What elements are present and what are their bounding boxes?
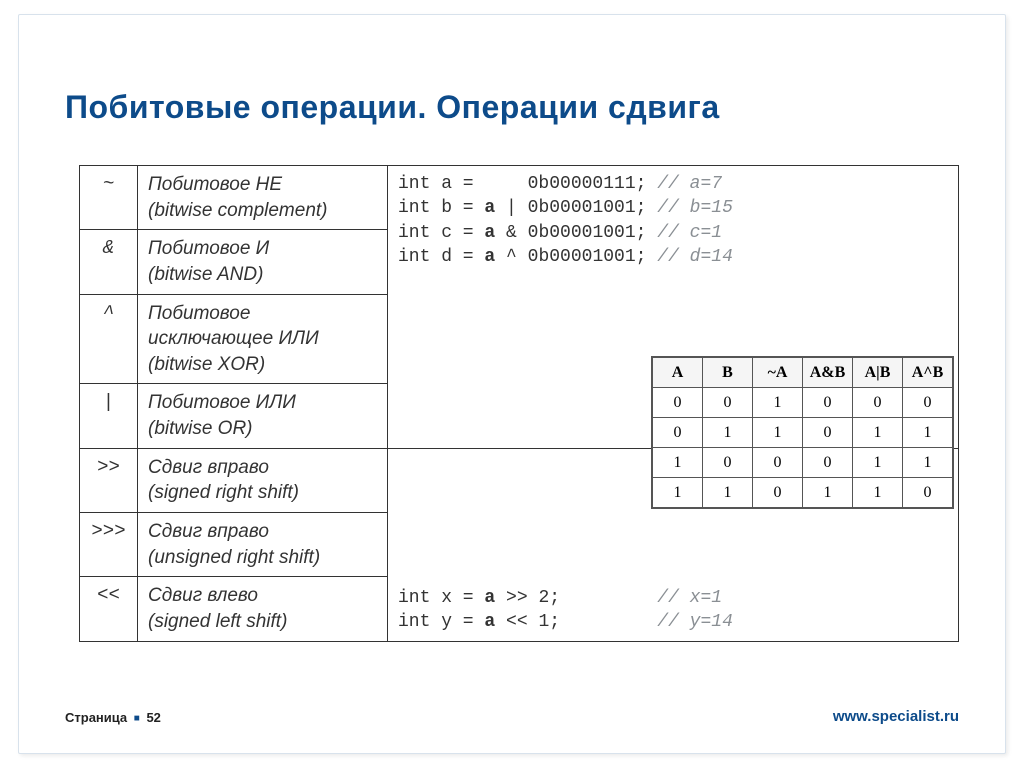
truth-header: ~A (753, 358, 803, 388)
slide-frame: Побитовые операции. Операции сдвига ~ По… (18, 14, 1006, 754)
op-desc: Сдвиг вправо (unsigned right shift) (138, 513, 388, 577)
op-symbol: >> (80, 448, 138, 512)
truth-header: A (653, 358, 703, 388)
truth-row: 110110 (653, 478, 953, 508)
truth-row: 011011 (653, 418, 953, 448)
page-number: 52 (146, 710, 160, 725)
op-desc: Побитовое ИЛИ (bitwise OR) (138, 384, 388, 448)
truth-row: 001000 (653, 388, 953, 418)
op-desc: Побитовое НЕ (bitwise complement) (138, 166, 388, 230)
truth-header: A^B (903, 358, 953, 388)
op-symbol: & (80, 230, 138, 294)
truth-header: A&B (803, 358, 853, 388)
op-symbol: << (80, 577, 138, 641)
op-desc: Сдвиг вправо (signed right shift) (138, 448, 388, 512)
bullet-icon: ■ (131, 713, 143, 724)
page-footer-left: Страница ■ 52 (65, 710, 161, 725)
op-desc: Сдвиг влево (signed left shift) (138, 577, 388, 641)
op-symbol: >>> (80, 513, 138, 577)
truth-header-row: A B ~A A&B A|B A^B (653, 358, 953, 388)
op-symbol: ^ (80, 294, 138, 384)
truth-table-wrap: A B ~A A&B A|B A^B 001000 011011 100011 (652, 357, 953, 508)
truth-header: A|B (853, 358, 903, 388)
op-symbol: ~ (80, 166, 138, 230)
truth-table: A B ~A A&B A|B A^B 001000 011011 100011 (652, 357, 953, 508)
op-desc: Побитовое исключающее ИЛИ (bitwise XOR) (138, 294, 388, 384)
truth-row: 100011 (653, 448, 953, 478)
op-desc: Побитовое И (bitwise AND) (138, 230, 388, 294)
content-area: ~ Побитовое НЕ (bitwise complement) int … (79, 165, 959, 642)
page-label: Страница (65, 710, 127, 725)
op-symbol: | (80, 384, 138, 448)
truth-header: B (703, 358, 753, 388)
page-footer-url: www.specialist.ru (833, 708, 959, 725)
slide-title: Побитовые операции. Операции сдвига (65, 89, 720, 126)
